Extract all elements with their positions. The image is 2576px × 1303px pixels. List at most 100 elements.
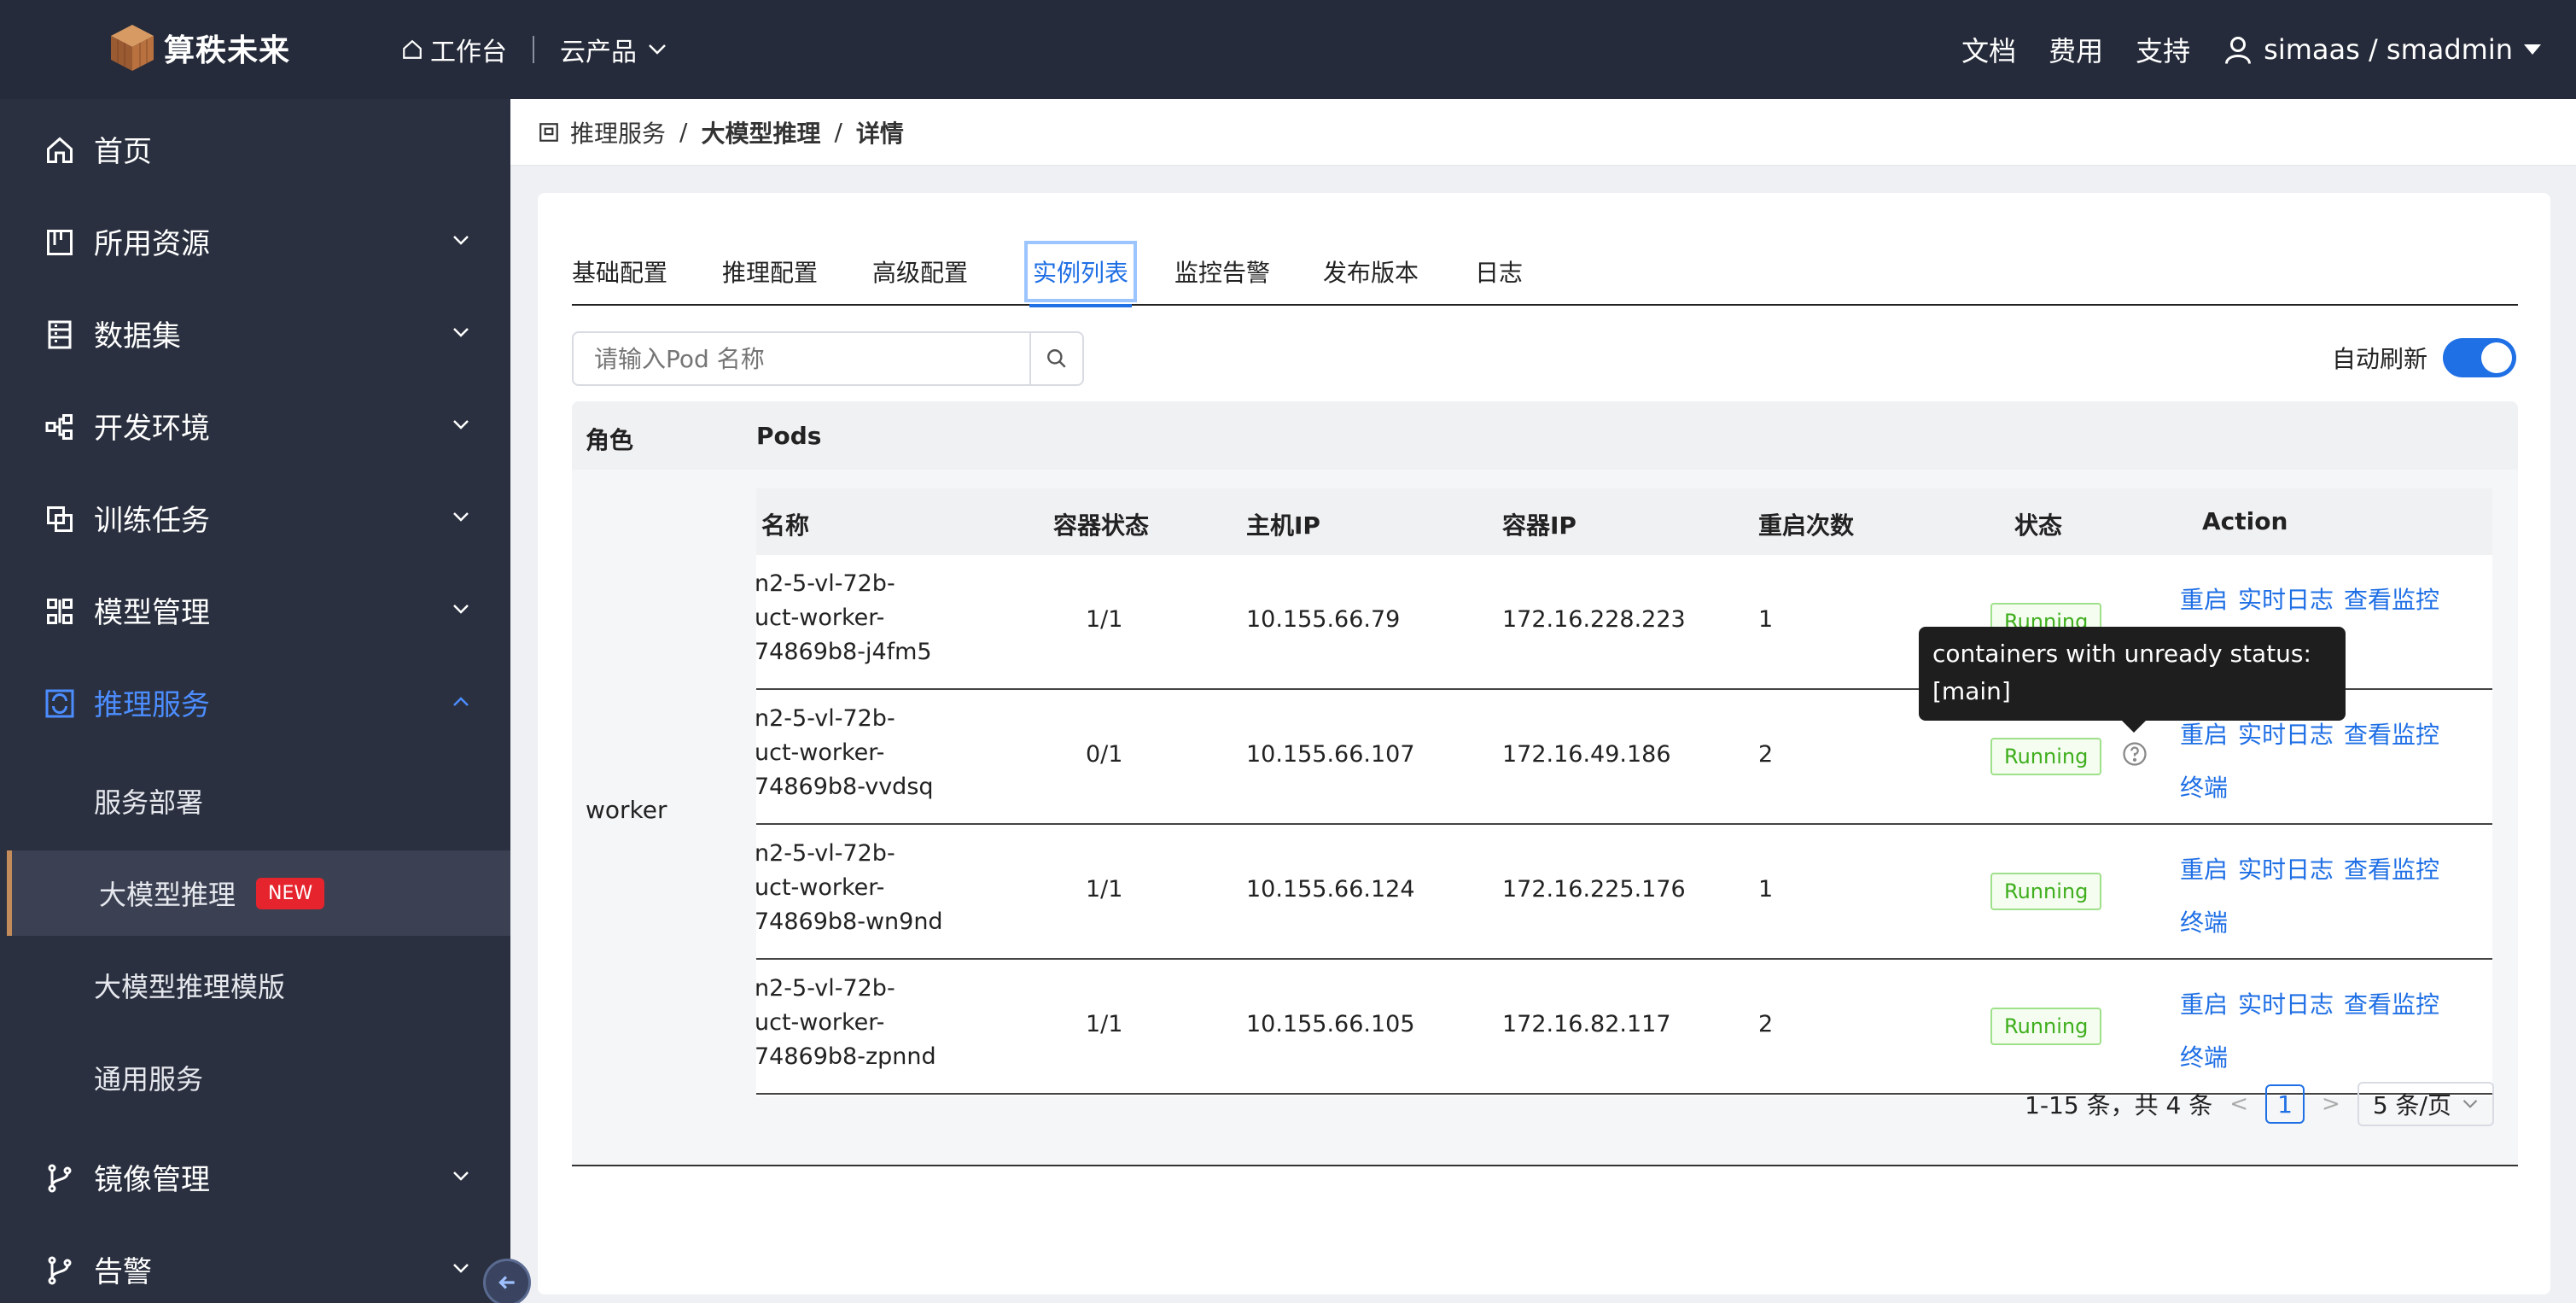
breadcrumb-separator: / (834, 118, 842, 146)
sidebar-item-models[interactable]: 模型管理 (0, 567, 510, 652)
sidebar-item-home[interactable]: 首页 (0, 106, 510, 191)
column-header-pods: Pods (756, 422, 822, 450)
view-monitor-link[interactable]: 查看监控 (2344, 990, 2439, 1019)
view-monitor-link[interactable]: 查看监控 (2344, 721, 2439, 749)
arrow-left-icon (498, 1276, 515, 1289)
sidebar-item-label: 数据集 (94, 318, 181, 354)
tab-release-version[interactable]: 发布版本 (1323, 246, 1419, 297)
tab-instance-list[interactable]: 实例列表 (1023, 241, 1138, 307)
tab-monitor-alert[interactable]: 监控告警 (1174, 246, 1270, 297)
tab-bar: 基础配置 推理配置 高级配置 实例列表 监控告警 发布版本 日志 (572, 241, 2518, 307)
sidebar-item-dev-env[interactable]: 开发环境 (0, 383, 510, 468)
status-badge: Running (1990, 1008, 2102, 1045)
tab-logs[interactable]: 日志 (1475, 246, 1523, 297)
terminal-link[interactable]: 终端 (2180, 774, 2228, 802)
live-log-link[interactable]: 实时日志 (2238, 721, 2334, 749)
detail-card: 基础配置 推理配置 高级配置 实例列表 监控告警 发布版本 日志 自动刷新 角色… (538, 193, 2550, 1294)
tooltip-line: containers with unready status: (1932, 640, 2311, 668)
restart-link[interactable]: 重启 (2180, 586, 2228, 614)
page-size-select[interactable]: 5 条/页 (2357, 1082, 2494, 1126)
support-link[interactable]: 支持 (2136, 30, 2190, 69)
column-header-restarts: 重启次数 (1758, 511, 1855, 540)
sidebar-subitem-label: 服务部署 (94, 786, 204, 819)
pod-name: n2-5-vl-72b- uct-worker- 74869b8-zpnnd (756, 975, 936, 1070)
live-log-link[interactable]: 实时日志 (2238, 586, 2334, 614)
tab-advanced-config[interactable]: 高级配置 (872, 246, 968, 297)
home-icon (47, 137, 73, 163)
pagination: 1-15 条，共 4 条 < 1 > 5 条/页 (538, 1082, 2494, 1126)
pod-search (572, 331, 1084, 386)
host-ip: 10.155.66.107 (1246, 741, 1415, 768)
pod-search-input[interactable] (574, 333, 1029, 384)
view-monitor-link[interactable]: 查看监控 (2344, 856, 2439, 884)
sidebar-item-training[interactable]: 训练任务 (0, 475, 510, 560)
tab-inference-config[interactable]: 推理配置 (722, 246, 818, 297)
inference-icon (45, 689, 74, 718)
status-badge: Running (1990, 873, 2102, 910)
resource-icon (47, 230, 73, 255)
service-icon (539, 122, 558, 142)
breadcrumb-item-inference[interactable]: 推理服务 (570, 115, 666, 149)
user-menu[interactable]: simaas / smadmin (2223, 33, 2542, 66)
chevron-down-icon (453, 420, 469, 429)
sidebar-item-label: 镜像管理 (94, 1162, 210, 1197)
new-badge: NEW (256, 877, 325, 909)
pod-ip: 172.16.49.186 (1502, 741, 1671, 768)
live-log-link[interactable]: 实时日志 (2238, 990, 2334, 1019)
sidebar-item-label: 所用资源 (94, 226, 210, 261)
question-circle-icon[interactable] (2122, 741, 2148, 767)
sidebar-item-inference[interactable]: 推理服务 (0, 659, 510, 745)
logo[interactable]: 算秩未来 (109, 20, 290, 75)
auto-refresh-toggle[interactable] (2443, 338, 2516, 377)
page-size-value: 5 条/页 (2372, 1091, 2451, 1119)
dataset-icon (48, 320, 72, 349)
restart-link[interactable]: 重启 (2180, 856, 2228, 884)
docs-link[interactable]: 文档 (1961, 30, 2016, 69)
column-header-name: 名称 (761, 511, 810, 540)
user-name: simaas / smadmin (2264, 33, 2513, 66)
sidebar-item-alerts[interactable]: 告警 (0, 1226, 510, 1303)
row-actions: 重启实时日志查看监控 终端 (2180, 844, 2470, 949)
search-button[interactable] (1029, 333, 1082, 384)
terminal-link[interactable]: 终端 (2180, 909, 2228, 937)
column-header-status: 状态 (2014, 511, 2063, 540)
container-status: 1/1 (1086, 1011, 1123, 1037)
sidebar: 首页 所用资源 数据集 开发环境 训练任务 模型管理 推理服务 服务部署 大模型… (0, 99, 510, 1303)
chevron-down-icon (453, 328, 469, 337)
live-log-link[interactable]: 实时日志 (2238, 856, 2334, 884)
user-icon (2225, 37, 2252, 64)
column-header-container-status: 容器状态 (1053, 511, 1150, 540)
restart-link[interactable]: 重启 (2180, 990, 2228, 1019)
sidebar-item-label: 首页 (94, 134, 152, 169)
sidebar-subitem-service-deploy[interactable]: 服务部署 (0, 758, 510, 844)
column-header-role: 角色 (586, 426, 634, 454)
host-ip: 10.155.66.79 (1246, 606, 1401, 633)
pods-table: 名称 容器状态 主机IP 容器IP 重启次数 状态 Action n2-5-vl… (756, 488, 2492, 1096)
sidebar-subitem-general-service[interactable]: 通用服务 (0, 1035, 510, 1120)
tab-basic-config[interactable]: 基础配置 (572, 246, 667, 297)
sidebar-collapse-button[interactable] (483, 1259, 531, 1303)
sidebar-item-label: 开发环境 (94, 411, 210, 446)
prev-page-icon[interactable]: < (2229, 1091, 2248, 1117)
view-monitor-link[interactable]: 查看监控 (2344, 586, 2439, 614)
workbench-link[interactable]: 工作台 (401, 31, 507, 68)
top-header: 算秩未来 工作台 云产品 文档 费用 支持 simaas / smadmin (0, 0, 2576, 99)
alert-icon (48, 1256, 72, 1285)
sidebar-item-label: 告警 (94, 1254, 152, 1289)
next-page-icon[interactable]: > (2322, 1091, 2340, 1117)
search-icon (1047, 349, 1066, 368)
billing-link[interactable]: 费用 (2049, 30, 2103, 69)
sidebar-subitem-llm-template[interactable]: 大模型推理模版 (0, 943, 510, 1028)
page-number[interactable]: 1 (2265, 1084, 2305, 1124)
terminal-link[interactable]: 终端 (2180, 1043, 2228, 1072)
cloud-products-menu[interactable]: 云产品 (560, 31, 667, 68)
breadcrumb-item-llm-inference[interactable]: 大模型推理 (701, 115, 820, 149)
restart-count: 2 (1758, 741, 1774, 768)
sidebar-item-datasets[interactable]: 数据集 (0, 290, 510, 376)
status-badge: Running (1990, 738, 2102, 775)
restart-link[interactable]: 重启 (2180, 721, 2228, 749)
sidebar-subitem-llm-inference[interactable]: 大模型推理 NEW (7, 850, 510, 936)
sidebar-item-resources[interactable]: 所用资源 (0, 198, 510, 283)
sidebar-item-images[interactable]: 镜像管理 (0, 1134, 510, 1219)
pod-name: n2-5-vl-72b- uct-worker- 74869b8-wn9nd (756, 840, 943, 935)
